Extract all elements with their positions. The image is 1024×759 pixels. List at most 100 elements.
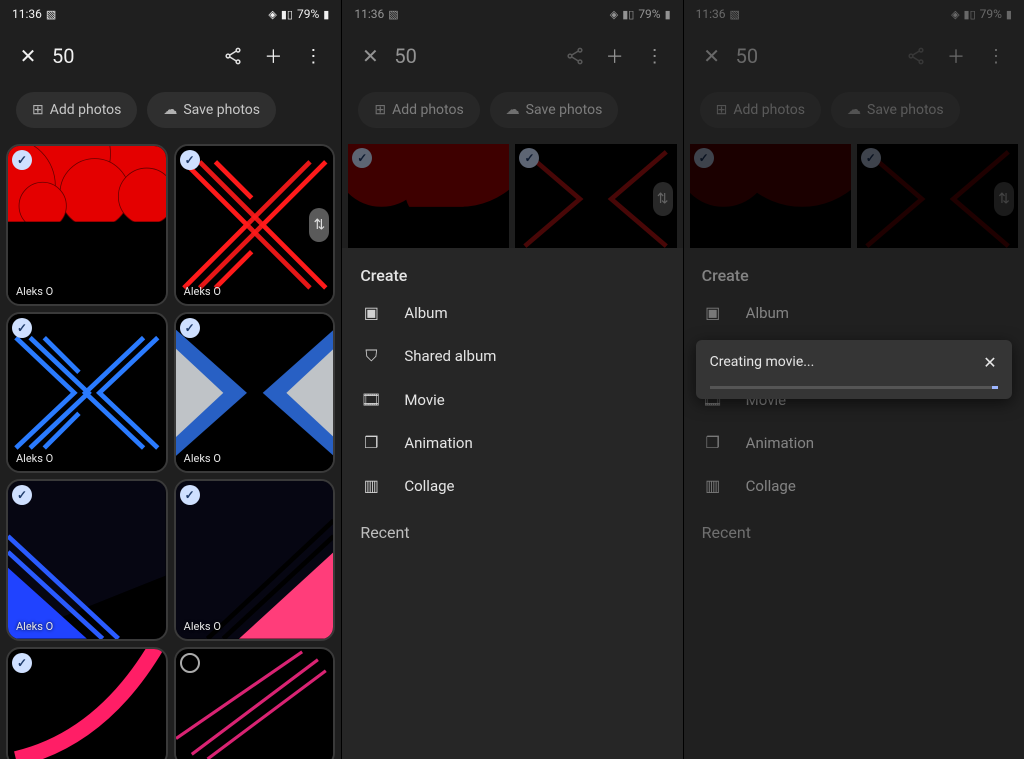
wifi-icon: ◈ — [610, 8, 618, 21]
add-photos-icon: ⊞ — [716, 102, 728, 118]
author-label: Aleks O — [16, 452, 53, 465]
add-photos-icon: ⊞ — [32, 102, 44, 118]
photo-thumb[interactable]: ✓ ⇅ — [857, 144, 1018, 254]
status-time: 11:36 — [696, 7, 726, 21]
reorder-handle[interactable]: ⇅ — [994, 182, 1014, 216]
overflow-icon[interactable]: ⋮ — [976, 36, 1016, 76]
save-photos-button[interactable]: ☁Save photos — [831, 92, 960, 128]
save-photos-button[interactable]: ☁ Save photos — [147, 92, 276, 128]
add-icon[interactable]: ＋ — [253, 36, 293, 76]
author-label: Aleks O — [184, 620, 221, 633]
check-icon[interactable]: ✓ — [861, 148, 881, 168]
app-bar: ✕ 50 ＋ ⋮ — [342, 28, 682, 84]
save-photos-label: Save photos — [526, 102, 603, 118]
thumb-art — [8, 314, 166, 472]
save-photos-label: Save photos — [183, 102, 260, 118]
add-photos-button[interactable]: ⊞Add photos — [358, 92, 479, 128]
photo-thumb[interactable]: ✓ Aleks O — [6, 479, 168, 641]
check-icon[interactable]: ✓ — [180, 485, 200, 505]
check-icon[interactable]: ✓ — [180, 653, 200, 673]
chip-row: ⊞Add photos ☁ Save photos — [342, 84, 682, 144]
status-bar: 11:36▧ ◈▮▯79%▮ — [684, 0, 1024, 28]
battery-icon: ▮ — [665, 8, 671, 21]
photo-thumb[interactable]: ✓ ⇅ Aleks O — [174, 144, 336, 306]
check-icon[interactable]: ✓ — [352, 148, 372, 168]
signal-icon: ▮▯ — [622, 8, 634, 21]
photo-thumb[interactable]: ✓ Aleks O — [6, 144, 168, 306]
check-icon[interactable]: ✓ — [12, 653, 32, 673]
overflow-icon[interactable]: ⋮ — [635, 36, 675, 76]
create-album[interactable]: ▣Album — [684, 291, 1024, 334]
author-label: Aleks O — [184, 452, 221, 465]
add-photos-button[interactable]: ⊞ Add photos — [16, 92, 137, 128]
overflow-icon[interactable]: ⋮ — [293, 36, 333, 76]
animation-icon: ❐ — [702, 433, 724, 452]
close-button[interactable]: ✕ — [8, 36, 48, 76]
photo-thumb[interactable]: ✓ Aleks O — [174, 479, 336, 641]
create-shared-album[interactable]: ⛉Shared album — [342, 334, 682, 378]
movie-icon: 🎞 — [360, 390, 382, 409]
check-icon[interactable]: ✓ — [694, 148, 714, 168]
check-icon[interactable]: ✓ — [180, 318, 200, 338]
photo-thumb[interactable]: ✓ — [6, 647, 168, 759]
status-bar: 11:36 ▧ ◈ ▮▯ 79% ▮ — [0, 0, 341, 28]
check-icon[interactable]: ✓ — [519, 148, 539, 168]
close-icon[interactable]: ✕ — [976, 348, 1004, 376]
photo-thumb[interactable]: ✓ Aleks O — [174, 312, 336, 474]
close-button[interactable]: ✕ — [692, 36, 732, 76]
status-bar: 11:36▧ ◈▮▯79%▮ — [342, 0, 682, 28]
check-icon[interactable]: ✓ — [180, 150, 200, 170]
create-animation[interactable]: ❐Animation — [342, 421, 682, 464]
item-label: Album — [404, 304, 447, 322]
item-label: Album — [746, 304, 789, 322]
photo-grid[interactable]: ✓ Aleks O ✓ ⇅ — [0, 144, 341, 759]
share-icon[interactable] — [555, 36, 595, 76]
recent-heading: Recent — [684, 507, 1024, 542]
wifi-icon: ◈ — [951, 8, 959, 21]
signal-icon: ▮▯ — [964, 8, 976, 21]
status-battery: 79% — [980, 7, 1002, 21]
reorder-handle[interactable]: ⇅ — [653, 182, 673, 216]
shared-icon: ⛉ — [360, 346, 382, 366]
photo-thumb[interactable]: ✓ — [690, 144, 851, 254]
thumb-art — [176, 481, 334, 639]
selection-count: 50 — [52, 44, 213, 68]
selection-count: 50 — [736, 44, 896, 68]
app-bar: ✕ 50 ＋ ⋮ — [684, 28, 1024, 84]
photo-grid: ✓ ✓ ⇅ — [684, 144, 1024, 254]
create-album[interactable]: ▣Album — [342, 291, 682, 334]
add-icon[interactable]: ＋ — [936, 36, 976, 76]
create-bottom-sheet: Create ▣Album ⛉Shared album 🎞Movie ❐Anim… — [342, 248, 682, 759]
thumb-art — [176, 314, 334, 472]
add-photos-label: Add photos — [392, 102, 464, 118]
add-icon[interactable]: ＋ — [595, 36, 635, 76]
selection-count: 50 — [394, 44, 554, 68]
photo-thumb[interactable]: ✓ — [348, 144, 509, 254]
check-icon[interactable]: ✓ — [12, 150, 32, 170]
check-icon[interactable]: ✓ — [12, 318, 32, 338]
author-label: Aleks O — [184, 285, 221, 298]
photo-thumb[interactable]: ✓ Aleks O — [6, 312, 168, 474]
thumb-art — [515, 144, 676, 254]
progress-bar — [710, 386, 998, 389]
creating-movie-snackbar: ✕ Creating movie... — [696, 340, 1012, 399]
add-photos-button[interactable]: ⊞Add photos — [700, 92, 821, 128]
close-button[interactable]: ✕ — [350, 36, 390, 76]
battery-icon: ▮ — [1006, 8, 1012, 21]
screenshot-icon: ▧ — [46, 8, 56, 21]
photo-grid: ✓ ✓ ⇅ — [342, 144, 682, 254]
share-icon[interactable] — [896, 36, 936, 76]
reorder-handle[interactable]: ⇅ — [309, 208, 329, 242]
photo-thumb[interactable]: ✓ ⇅ — [515, 144, 676, 254]
cloud-icon: ☁ — [506, 102, 520, 118]
create-collage[interactable]: ▥Collage — [684, 464, 1024, 507]
create-animation[interactable]: ❐Animation — [684, 421, 1024, 464]
create-collage[interactable]: ▥Collage — [342, 464, 682, 507]
create-movie[interactable]: 🎞Movie — [342, 378, 682, 421]
photo-thumb[interactable]: ✓ — [174, 647, 336, 759]
status-time: 11:36 — [354, 7, 384, 21]
save-photos-button[interactable]: ☁ Save photos — [490, 92, 619, 128]
share-icon[interactable] — [213, 36, 253, 76]
sheet-heading: Create — [342, 266, 682, 291]
wifi-icon: ◈ — [268, 8, 276, 21]
